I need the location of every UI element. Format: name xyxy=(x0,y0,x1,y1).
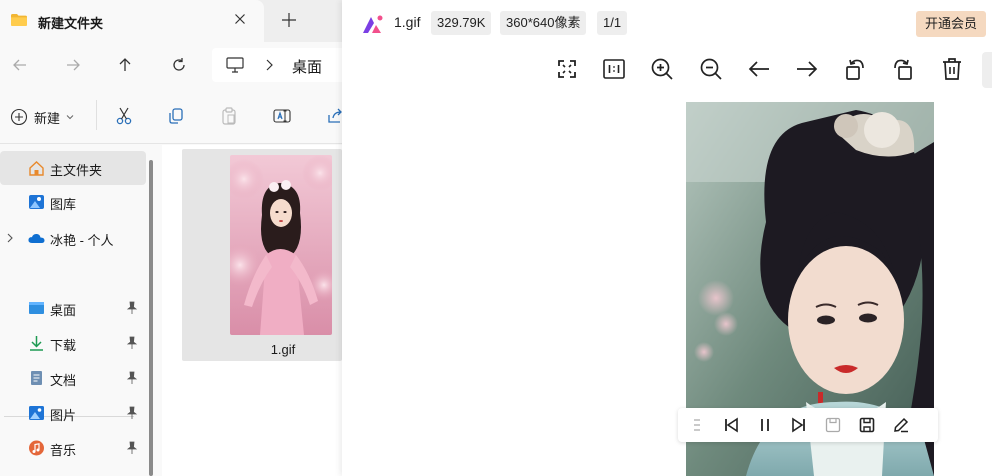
sidebar-item-label: 音乐 xyxy=(50,443,77,458)
skip-forward-icon[interactable] xyxy=(790,416,808,434)
pause-icon[interactable] xyxy=(756,416,774,434)
playback-controls xyxy=(678,408,938,442)
next-icon[interactable] xyxy=(794,56,820,82)
sidebar-item-label: 桌面 xyxy=(50,303,77,318)
title-bar: 新建文件夹 xyxy=(0,0,342,42)
delete-icon[interactable] xyxy=(939,56,965,82)
sidebar-item-label: 下载 xyxy=(50,338,77,353)
sidebar-item-documents[interactable]: 文档 xyxy=(0,361,146,395)
tab-new-folder[interactable]: 新建文件夹 xyxy=(0,0,264,42)
previous-icon[interactable] xyxy=(746,56,772,82)
pin-icon[interactable] xyxy=(126,441,138,455)
forward-arrow-icon[interactable] xyxy=(63,55,83,75)
image-viewer-window: 1.gif 329.79K 360*640像素 1/1 开通会员 xyxy=(342,0,992,476)
new-button-label: 新建 xyxy=(34,110,61,126)
edit-icon[interactable] xyxy=(892,416,910,434)
up-arrow-icon[interactable] xyxy=(115,55,135,75)
sidebar-item-downloads[interactable]: 下载 xyxy=(0,326,146,360)
pin-icon[interactable] xyxy=(126,406,138,420)
new-button[interactable]: 新建 xyxy=(10,106,74,128)
vip-button[interactable]: 开通会员 xyxy=(916,11,986,37)
desktop-icon xyxy=(29,302,44,314)
picture-icon xyxy=(29,406,44,420)
pin-icon[interactable] xyxy=(126,301,138,315)
fullscreen-icon[interactable] xyxy=(554,56,580,82)
cloud-icon xyxy=(28,233,45,243)
sidebar-item-music[interactable]: 音乐 xyxy=(0,431,146,465)
sidebar-item-gallery[interactable]: 图库 xyxy=(0,185,146,219)
address-bar[interactable]: 桌面 xyxy=(212,48,352,82)
command-bar: 新建 xyxy=(0,88,342,144)
sidebar-item-label: 图片 xyxy=(50,408,77,423)
paste-icon[interactable] xyxy=(219,106,239,126)
back-arrow-icon[interactable] xyxy=(10,55,30,75)
navigation-bar: 桌面 xyxy=(0,42,352,88)
rotate-right-icon[interactable] xyxy=(890,56,916,82)
plus-circle-icon xyxy=(10,108,28,126)
page-index-badge: 1/1 xyxy=(597,11,628,35)
chevron-right-icon[interactable] xyxy=(264,58,274,72)
dimensions-badge: 360*640像素 xyxy=(500,11,587,35)
save-icon[interactable] xyxy=(858,416,876,434)
sidebar-item-label: 图库 xyxy=(50,197,77,212)
pin-icon[interactable] xyxy=(126,371,138,385)
copy-icon[interactable] xyxy=(166,106,186,126)
zoom-in-icon[interactable] xyxy=(649,56,675,82)
portrait-thumbnail[interactable] xyxy=(230,155,332,335)
navigation-pane: 主文件夹 图库 冰艳 - 个人 桌面 下载 文档 图片 音乐 xyxy=(0,145,146,476)
sidebar-item-pictures[interactable]: 图片 xyxy=(0,396,146,430)
computer-icon xyxy=(226,57,244,73)
sidebar-item-label: 主文件夹 xyxy=(50,163,103,178)
rotate-left-icon[interactable] xyxy=(842,56,868,82)
save-frame-icon[interactable] xyxy=(824,416,842,434)
drag-handle-icon[interactable] xyxy=(692,416,702,434)
chevron-down-icon xyxy=(66,115,74,120)
zoom-out-icon[interactable] xyxy=(698,56,724,82)
rename-icon[interactable] xyxy=(272,106,292,126)
sidebar-scrollbar[interactable] xyxy=(149,160,153,476)
viewer-logo-icon xyxy=(363,15,383,33)
sidebar-item-desktop[interactable]: 桌面 xyxy=(0,291,146,325)
home-icon xyxy=(29,161,44,176)
skip-back-icon[interactable] xyxy=(722,416,740,434)
file-size-badge: 329.79K xyxy=(431,11,492,35)
address-location[interactable]: 桌面 xyxy=(292,56,322,77)
refresh-icon[interactable] xyxy=(169,55,189,75)
side-panel-toggle[interactable] xyxy=(982,52,992,88)
tab-title: 新建文件夹 xyxy=(38,16,104,31)
pin-icon[interactable] xyxy=(126,336,138,350)
plus-icon[interactable] xyxy=(280,11,298,29)
sidebar-item-label: 文档 xyxy=(50,373,77,388)
viewer-file-name: 1.gif xyxy=(394,14,421,30)
close-icon[interactable] xyxy=(232,11,248,27)
sidebar-item-home[interactable]: 主文件夹 xyxy=(0,151,146,185)
folder-icon xyxy=(11,14,27,26)
download-icon xyxy=(30,336,43,351)
document-icon xyxy=(31,371,42,385)
chevron-right-icon[interactable] xyxy=(6,232,14,244)
sidebar-item-onedrive[interactable]: 冰艳 - 个人 xyxy=(0,221,146,255)
gallery-icon xyxy=(29,195,44,209)
command-divider xyxy=(96,100,97,130)
music-icon xyxy=(29,440,44,456)
actual-size-icon[interactable] xyxy=(601,56,627,82)
file-explorer-window: 新建文件夹 桌面 新建 主文件夹 图库 冰艳 - 个人 桌面 下载 文档 图片 … xyxy=(0,0,352,476)
sidebar-item-label: 冰艳 - 个人 xyxy=(50,233,114,248)
cut-icon[interactable] xyxy=(114,106,134,126)
